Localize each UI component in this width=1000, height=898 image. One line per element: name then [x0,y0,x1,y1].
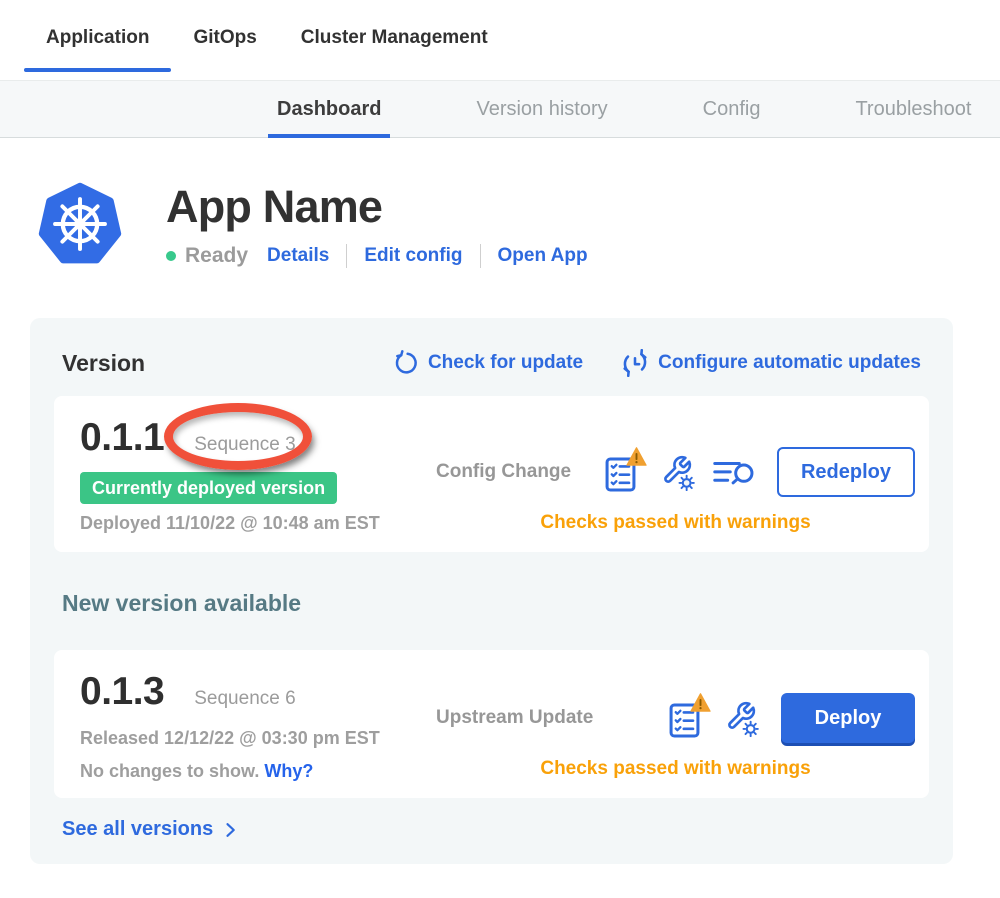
preflight-checks-button[interactable] [604,451,642,493]
topnav-application[interactable]: Application [24,0,171,80]
check-for-update-button[interactable]: Check for update [393,350,583,376]
version-panel: Version Check for update Configure autom… [30,318,953,864]
tab-version-history[interactable]: Version history [476,80,607,138]
checks-warning-text: Checks passed with warnings [436,512,915,534]
version-source-label: Upstream Update [436,707,593,729]
auto-update-clock-icon [621,349,649,377]
version-panel-title: Version [62,350,393,377]
divider [346,244,347,268]
preflight-checks-button[interactable] [668,697,706,739]
config-wrench-icon[interactable] [723,699,759,737]
app-header: App Name Ready Details Edit config Open … [37,179,1000,269]
topnav-application-label: Application [46,27,149,48]
checks-warning-text: Checks passed with warnings [436,758,915,780]
topnav-cluster-management-label: Cluster Management [301,27,488,48]
refresh-icon [393,350,419,376]
topnav-cluster-management[interactable]: Cluster Management [279,0,510,80]
diff-view-icon[interactable] [712,457,755,488]
current-version-sequence: Sequence 3 [194,434,295,456]
tab-troubleshoot[interactable]: Troubleshoot [855,80,971,138]
redeploy-button[interactable]: Redeploy [777,447,915,497]
topnav-gitops-label: GitOps [193,27,256,48]
configure-automatic-updates-button[interactable]: Configure automatic updates [621,349,921,377]
no-changes-text: No changes to show. [80,761,259,781]
topnav-gitops[interactable]: GitOps [171,0,278,80]
version-source-label: Config Change [436,461,571,483]
kubernetes-logo-icon [37,179,123,269]
edit-config-link[interactable]: Edit config [364,245,462,267]
new-version-number: 0.1.3 [80,670,164,714]
tab-config[interactable]: Config [703,80,761,138]
deployed-timestamp: Deployed 11/10/22 @ 10:48 am EST [80,513,436,535]
app-tab-bar: Dashboard Version history Config Trouble… [0,80,1000,138]
why-link[interactable]: Why? [264,761,313,781]
deploy-button[interactable]: Deploy [781,693,915,743]
details-link[interactable]: Details [267,245,329,267]
tab-dashboard[interactable]: Dashboard [277,80,381,138]
config-wrench-icon[interactable] [659,453,695,491]
currently-deployed-badge: Currently deployed version [80,472,337,504]
divider [480,244,481,268]
ready-status-dot-icon [166,251,176,261]
open-app-link[interactable]: Open App [498,245,588,267]
new-version-card: 0.1.3 Sequence 6 Released 12/12/22 @ 03:… [54,650,929,798]
app-status-row: Ready Details Edit config Open App [166,244,588,268]
page-title: App Name [166,181,588,233]
configure-automatic-updates-label: Configure automatic updates [658,352,921,374]
current-version-card: 0.1.1 Sequence 3 Currently deployed vers… [54,396,929,552]
chevron-right-icon [220,820,240,840]
see-all-versions-link[interactable]: See all versions [62,818,921,841]
current-version-number: 0.1.1 [80,416,164,460]
warning-triangle-icon [626,447,647,466]
released-timestamp: Released 12/12/22 @ 03:30 pm EST [80,728,436,750]
primary-nav: Application GitOps Cluster Management [0,0,1000,80]
new-version-sequence: Sequence 6 [194,688,295,710]
see-all-versions-label: See all versions [62,818,213,841]
warning-triangle-icon [690,693,711,712]
check-for-update-label: Check for update [428,352,583,374]
status-text: Ready [185,244,248,268]
new-version-heading: New version available [62,590,921,618]
